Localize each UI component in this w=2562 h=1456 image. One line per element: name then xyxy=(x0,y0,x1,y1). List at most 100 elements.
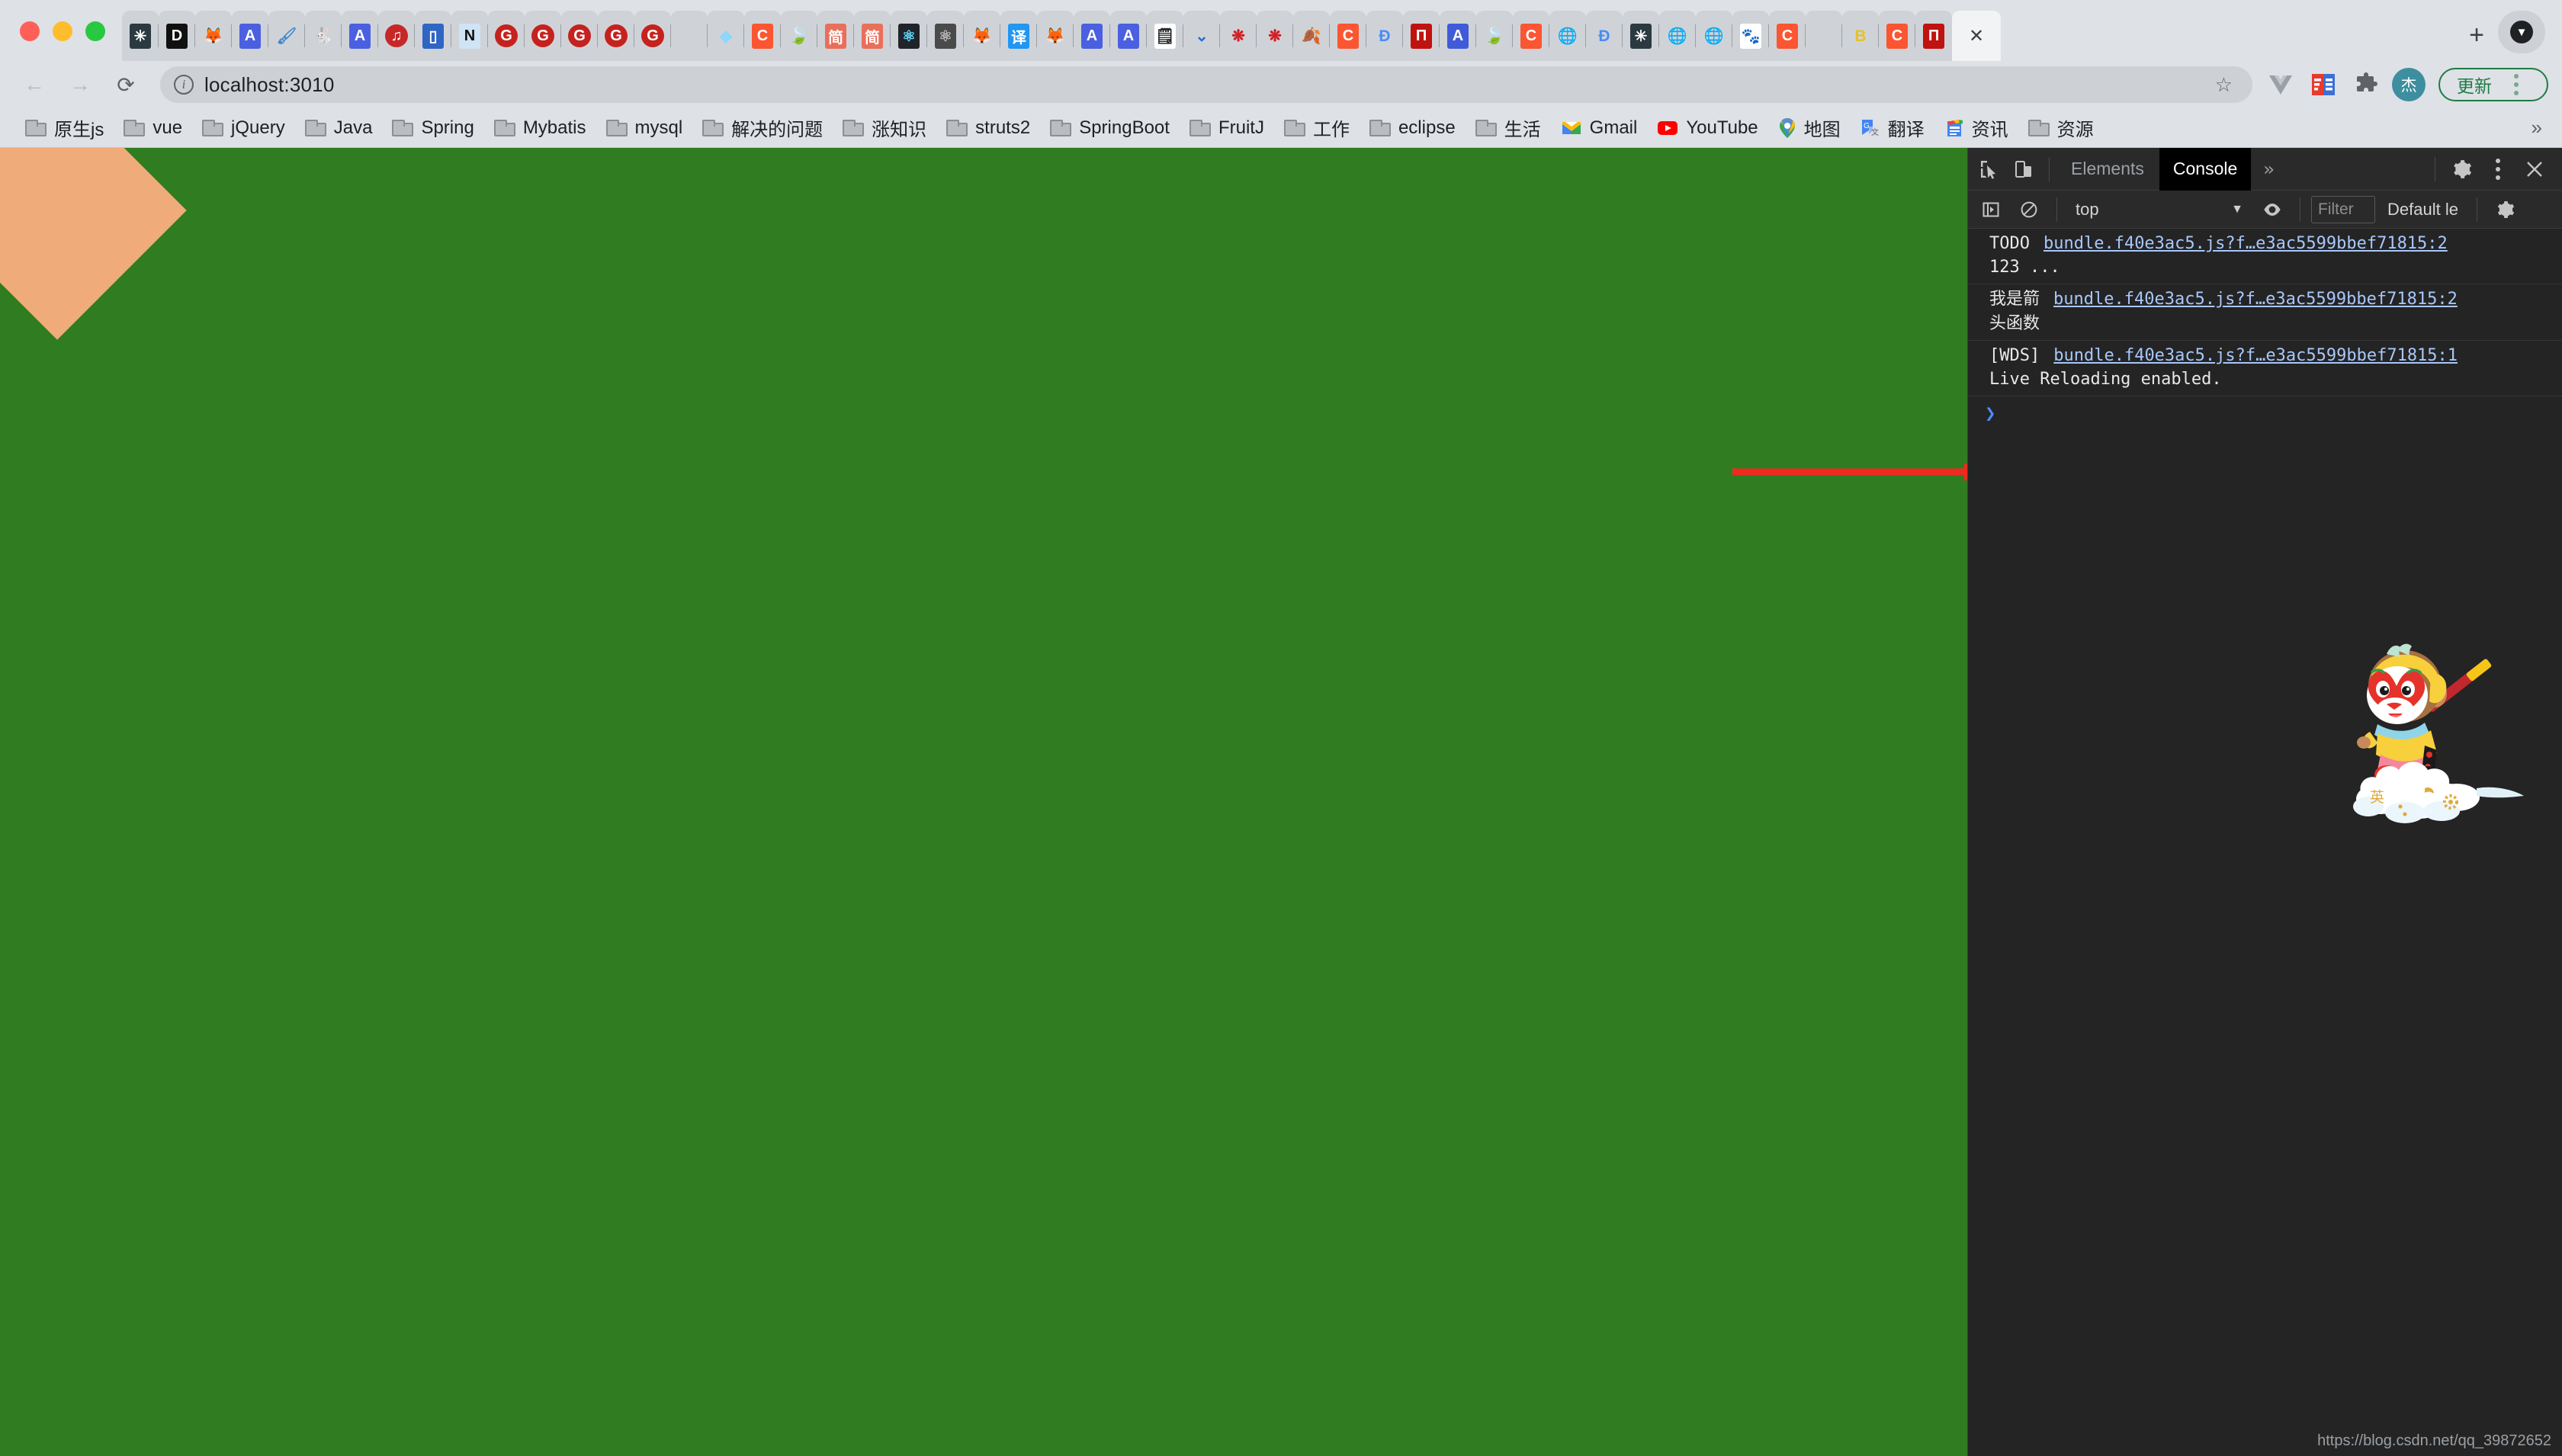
browser-tab[interactable]: 简 xyxy=(817,11,854,61)
bookmark-item[interactable]: 资讯 xyxy=(1934,111,2018,145)
browser-tab[interactable]: G xyxy=(524,11,561,61)
console-sidebar-icon[interactable] xyxy=(1974,193,2008,226)
console-output[interactable]: TODO bundle.f40e3ac5.js?f…e3ac5599bbef718… xyxy=(1968,229,2562,1456)
browser-tab[interactable]: 🍃 xyxy=(1475,11,1513,61)
bookmark-item[interactable]: 生活 xyxy=(1466,111,1551,145)
bookmark-item[interactable]: FruitJ xyxy=(1180,111,1274,145)
maximize-window-button[interactable] xyxy=(85,21,105,41)
browser-tab[interactable]: A xyxy=(1109,11,1147,61)
browser-tab[interactable]: ❋ xyxy=(1219,11,1257,61)
bookmark-item[interactable]: SpringBoot xyxy=(1040,111,1180,145)
console-filter-input[interactable]: Filter xyxy=(2311,195,2375,223)
address-bar[interactable]: i localhost:3010 ☆ xyxy=(160,66,2252,103)
bookmark-item[interactable]: mysql xyxy=(596,111,693,145)
bookmark-item[interactable]: jQuery xyxy=(192,111,295,145)
bookmark-item[interactable]: eclipse xyxy=(1360,111,1466,145)
live-expression-icon[interactable] xyxy=(2255,193,2289,226)
close-window-button[interactable] xyxy=(20,21,40,41)
bookmark-item[interactable]: Spring xyxy=(382,111,483,145)
puzzle-extensions-icon[interactable] xyxy=(2347,66,2385,104)
browser-tab[interactable]: ❋ xyxy=(1256,11,1293,61)
update-button[interactable]: 更新 xyxy=(2438,68,2548,101)
browser-tab[interactable]: D xyxy=(158,11,195,61)
browser-tab[interactable]: 🦊 xyxy=(963,11,1000,61)
browser-tab[interactable]: ◌ xyxy=(1805,11,1842,61)
tab-elements[interactable]: Elements xyxy=(2057,148,2158,191)
bookmark-item[interactable]: Java xyxy=(295,111,383,145)
browser-tab[interactable]: A xyxy=(1073,11,1110,61)
profile-button[interactable]: ▼ xyxy=(2498,11,2545,53)
bookmark-item[interactable]: G 文翻译 xyxy=(1851,111,1934,145)
browser-tab[interactable]: G xyxy=(634,11,671,61)
browser-tab[interactable]: 🌐 xyxy=(1695,11,1732,61)
device-toolbar-icon[interactable] xyxy=(2008,152,2041,186)
console-message-source-link[interactable]: bundle.f40e3ac5.js?f…e3ac5599bbef71815:2 xyxy=(2053,287,2458,311)
bookmark-item[interactable]: YouTube xyxy=(1647,111,1767,145)
bookmark-item[interactable]: Gmail xyxy=(1551,111,1648,145)
active-tab[interactable]: ✕ xyxy=(1952,11,2001,61)
close-tab-icon[interactable]: ✕ xyxy=(1969,25,1984,47)
browser-tab[interactable]: C xyxy=(1512,11,1549,61)
fe-helper-icon[interactable] xyxy=(2304,66,2342,104)
browser-tab[interactable]: ⌄ xyxy=(1183,11,1220,61)
bookmark-item[interactable]: struts2 xyxy=(936,111,1040,145)
browser-tab[interactable]: A xyxy=(231,11,268,61)
browser-tab[interactable]: 🌐 xyxy=(1658,11,1696,61)
bookmark-item[interactable]: 解决的问题 xyxy=(692,111,833,145)
browser-tab[interactable]: ✳ xyxy=(1622,11,1659,61)
console-settings-gear-icon[interactable] xyxy=(2488,193,2522,226)
browser-tab[interactable]: ✳ xyxy=(122,11,159,61)
new-tab-button[interactable]: + xyxy=(2455,14,2498,56)
site-info-icon[interactable]: i xyxy=(174,75,194,95)
reload-button[interactable]: ⟳ xyxy=(105,64,146,105)
clear-console-icon[interactable] xyxy=(2012,193,2046,226)
bookmarks-overflow-button[interactable]: » xyxy=(2532,116,2547,140)
browser-tab[interactable]: C xyxy=(743,11,781,61)
browser-tab[interactable]: A xyxy=(1439,11,1476,61)
browser-tab[interactable]: ⚛ xyxy=(926,11,964,61)
log-level-select[interactable]: Default le xyxy=(2380,200,2466,220)
browser-tab[interactable]: G xyxy=(487,11,525,61)
browser-tab[interactable]: 简 xyxy=(853,11,891,61)
browser-tab[interactable]: П xyxy=(1402,11,1440,61)
minimize-window-button[interactable] xyxy=(53,21,72,41)
browser-tab[interactable]: ◌ xyxy=(670,11,708,61)
browser-tab[interactable]: 🖌 xyxy=(268,11,305,61)
browser-tab[interactable]: 🦊 xyxy=(1036,11,1074,61)
back-button[interactable]: ← xyxy=(14,64,55,105)
browser-tab[interactable]: 🦊 xyxy=(194,11,232,61)
browser-tab[interactable]: C xyxy=(1768,11,1806,61)
browser-tab[interactable]: 🌐 xyxy=(1549,11,1586,61)
console-message[interactable]: TODO bundle.f40e3ac5.js?f…e3ac5599bbef718… xyxy=(1968,229,2562,285)
browser-tab[interactable]: 译 xyxy=(1000,11,1037,61)
profile-avatar[interactable]: 杰 xyxy=(2390,66,2428,104)
bookmark-item[interactable]: 资源 xyxy=(2018,111,2104,145)
inspect-element-icon[interactable] xyxy=(1973,152,2006,186)
web-page-viewport[interactable]: 99 xyxy=(0,148,1967,1456)
browser-tab[interactable]: A xyxy=(341,11,378,61)
more-tabs-icon[interactable]: » xyxy=(2252,148,2284,191)
bookmark-item[interactable]: 工作 xyxy=(1274,111,1360,145)
browser-tab[interactable]: П xyxy=(1915,11,1952,61)
console-prompt[interactable]: ❯ xyxy=(1968,396,2562,424)
browser-tab[interactable]: ⚛ xyxy=(890,11,927,61)
browser-tab[interactable]: N xyxy=(451,11,488,61)
browser-tab[interactable]: Ð xyxy=(1366,11,1403,61)
bookmark-item[interactable]: 涨知识 xyxy=(833,111,936,145)
vue-devtools-icon[interactable] xyxy=(2262,66,2300,104)
browser-tab[interactable]: ▯ xyxy=(414,11,451,61)
bookmark-item[interactable]: 地图 xyxy=(1768,111,1851,145)
browser-tab[interactable]: 🐾 xyxy=(1732,11,1769,61)
browser-tab[interactable]: C xyxy=(1878,11,1915,61)
console-message-source-link[interactable]: bundle.f40e3ac5.js?f…e3ac5599bbef71815:2 xyxy=(2043,232,2448,255)
tab-console[interactable]: Console xyxy=(2159,147,2252,191)
js-context-select[interactable]: top ▼ xyxy=(2068,196,2251,223)
browser-tab[interactable]: C xyxy=(1329,11,1366,61)
browser-tab[interactable]: ◆ xyxy=(707,11,744,61)
console-message[interactable]: 我是箭 头函数 bundle.f40e3ac5.js?f…e3ac5599bbef… xyxy=(1968,284,2562,341)
console-message[interactable]: [WDS] bundle.f40e3ac5.js?f…e3ac5599bbef71… xyxy=(1968,341,2562,397)
close-icon[interactable] xyxy=(2518,152,2551,186)
browser-tab[interactable]: 🐇 xyxy=(304,11,342,61)
browser-tab[interactable]: ♫ xyxy=(377,11,415,61)
browser-tab[interactable]: Ð xyxy=(1585,11,1623,61)
